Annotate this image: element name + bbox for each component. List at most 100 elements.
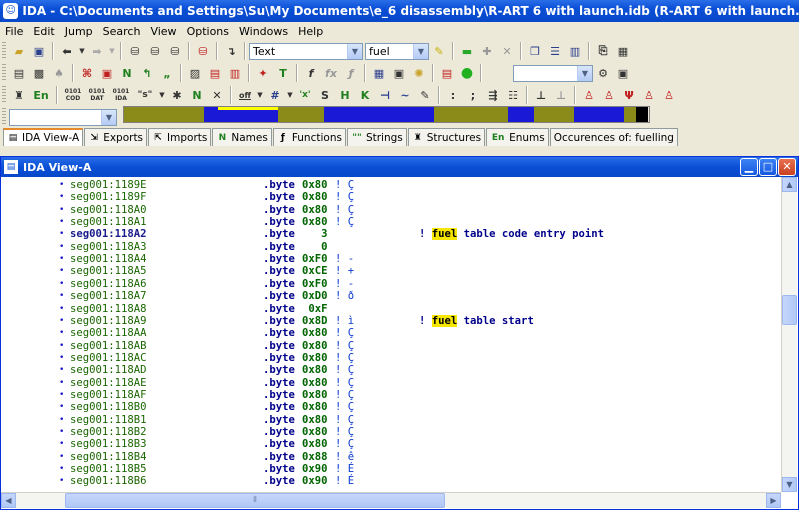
toolbar-grip[interactable] <box>2 108 6 126</box>
tree-2-icon[interactable]: ♙ <box>600 86 618 104</box>
row-address[interactable]: seg001:118B3 <box>70 438 147 450</box>
binoculars-red-icon[interactable]: ⛁ <box>194 42 212 60</box>
chevron-down-icon[interactable]: ▼ <box>413 43 428 59</box>
offset-icon[interactable]: off <box>236 86 254 104</box>
tree-3-icon[interactable]: ♙ <box>640 86 658 104</box>
scroll-thumb[interactable]: ⦀ <box>65 493 445 508</box>
search-type-select[interactable]: Text ▼ <box>249 42 363 60</box>
xref-icon[interactable]: ▥ <box>226 64 244 82</box>
tab-names[interactable]: N Names <box>212 128 272 146</box>
row-address[interactable]: seg001:118A4 <box>70 253 147 265</box>
listing-row[interactable]: • seg001:118AC .byte 0x80 ! Ç <box>1 352 781 364</box>
chevron-down-icon[interactable]: ▼ <box>78 42 86 60</box>
ida-app-icon[interactable]: ☺ <box>3 3 19 19</box>
struct-icon[interactable]: ▨ <box>186 64 204 82</box>
listing-row[interactable]: • seg001:118AD .byte 0x80 ! Ç <box>1 364 781 376</box>
row-value[interactable]: 0x80 <box>302 340 328 352</box>
hash-icon[interactable]: # <box>266 86 284 104</box>
row-value[interactable]: 0xF0 <box>302 253 328 265</box>
chevron-down-icon[interactable]: ▼ <box>577 65 592 81</box>
breakpoint-icon[interactable]: ✦ <box>254 64 272 82</box>
text-view-icon[interactable]: ▤ <box>10 64 28 82</box>
row-directive[interactable]: .byte <box>263 475 295 487</box>
row-value[interactable]: 0x80 <box>302 401 328 413</box>
row-address[interactable]: seg001:118A9 <box>70 315 147 327</box>
row-address[interactable]: seg001:118A8 <box>70 303 147 315</box>
k-icon[interactable]: K <box>356 86 374 104</box>
row-value[interactable]: 0x90 <box>302 463 328 475</box>
chevron-down-icon[interactable]: ▼ <box>347 43 362 59</box>
listing-row[interactable]: • seg001:118B4 .byte 0x88 ! ê <box>1 451 781 463</box>
window-tile-h-icon[interactable]: ☰ <box>546 42 564 60</box>
close-button[interactable]: ✕ <box>778 158 796 176</box>
listing-row[interactable]: • seg001:118B2 .byte 0x80 ! Ç <box>1 426 781 438</box>
chevron-right-icon[interactable]: ▶ <box>766 493 781 508</box>
tab-ida-view-a[interactable]: ▤ IDA View-A <box>3 128 84 146</box>
row-value[interactable]: 0x80 <box>302 216 328 228</box>
row-address[interactable]: seg001:118A1 <box>70 216 147 228</box>
listing-row[interactable]: • seg001:118A9 .byte 0x8D ! ì ! fuel table st… <box>1 314 781 327</box>
toolbar-grip[interactable] <box>2 42 6 60</box>
chart-icon[interactable]: ⊥ <box>532 86 550 104</box>
open-folder-icon[interactable]: ▰ <box>10 42 28 60</box>
function-end-icon[interactable]: ƒ <box>342 64 360 82</box>
row-directive[interactable]: .byte <box>263 303 295 315</box>
row-value[interactable]: 0x80 <box>302 377 328 389</box>
close-icon[interactable]: ✕ <box>208 86 226 104</box>
listing-row[interactable]: • seg001:118AF .byte 0x80 ! Ç <box>1 389 781 401</box>
toolbar-grip[interactable] <box>2 64 6 82</box>
string-literal-icon[interactable]: "s" <box>134 86 156 104</box>
segment-select[interactable]: ▼ <box>9 108 117 126</box>
tab-strings[interactable]: "" Strings <box>346 128 407 146</box>
listing-row[interactable]: • seg001:118A7 .byte 0xD0 ! ð <box>1 290 781 302</box>
row-directive[interactable]: .byte <box>263 426 295 438</box>
row-comment[interactable]: ! fuel table code entry point <box>419 228 604 241</box>
listing-row[interactable]: • seg001:118A4 .byte 0xF0 ! - <box>1 253 781 265</box>
listing-row[interactable]: • seg001:118A6 .byte 0xF0 ! - <box>1 278 781 290</box>
listing-row[interactable]: • seg001:118A0 .byte 0x80 ! Ç <box>1 204 781 216</box>
listing-row[interactable]: • seg001:118A5 .byte 0xCE ! + <box>1 265 781 277</box>
row-directive[interactable]: .byte <box>263 389 295 401</box>
listing-row[interactable]: • seg001:118B1 .byte 0x80 ! Ç <box>1 414 781 426</box>
strings-icon[interactable]: „ <box>158 64 176 82</box>
tab-exports[interactable]: ⇲ Exports <box>84 128 148 146</box>
window-cascade-icon[interactable]: ❐ <box>526 42 544 60</box>
chevron-left-icon[interactable]: ◀ <box>1 493 16 508</box>
listing-row[interactable]: • seg001:118AA .byte 0x80 ! Ç <box>1 327 781 339</box>
names-icon[interactable]: N <box>188 86 206 104</box>
row-address[interactable]: seg001:118AD <box>70 364 147 376</box>
row-value[interactable]: 0x80 <box>302 426 328 438</box>
row-value[interactable]: 0x80 <box>302 389 328 401</box>
scroll-thumb[interactable] <box>782 295 797 325</box>
search-value-select[interactable]: fuel ▼ <box>365 42 429 60</box>
char-icon[interactable]: 'x' <box>296 86 314 104</box>
listing-row[interactable]: • seg001:118AE .byte 0x80 ! Ç <box>1 377 781 389</box>
row-value[interactable]: 0x90 <box>302 475 328 487</box>
listing-row[interactable]: • seg001:1189F .byte 0x80 ! Ç <box>1 191 781 203</box>
pencil-icon[interactable]: ✎ <box>416 86 434 104</box>
disassembly-listing[interactable]: • seg001:1189E .byte 0x80 ! Ç • seg001:1189F .b… <box>1 177 781 492</box>
row-address[interactable]: seg001:1189E <box>70 179 147 191</box>
row-directive[interactable]: .byte <box>263 364 295 376</box>
row-value[interactable]: 0xF <box>302 303 327 315</box>
row-directive[interactable]: .byte <box>263 265 295 277</box>
row-directive[interactable]: .byte <box>263 327 295 339</box>
row-directive[interactable]: .byte <box>263 340 295 352</box>
list-icon[interactable]: ▦ <box>614 42 632 60</box>
row-directive[interactable]: .byte <box>263 352 295 364</box>
tab-structures[interactable]: ♜ Structures <box>407 128 486 146</box>
segment-registers-icon[interactable]: ▣ <box>98 64 116 82</box>
jump-icon[interactable]: ↴ <box>222 42 240 60</box>
enums-icon[interactable]: En <box>30 86 52 104</box>
tab-imports[interactable]: ⇱ Imports <box>148 128 212 146</box>
row-value[interactable]: 0xF0 <box>302 278 328 290</box>
row-value[interactable]: 0x8D <box>302 315 328 327</box>
hex-view-icon[interactable]: ▩ <box>30 64 48 82</box>
function-x-icon[interactable]: fx <box>322 64 340 82</box>
tilde-icon[interactable]: ~ <box>396 86 414 104</box>
row-address[interactable]: seg001:118AF <box>70 389 147 401</box>
highlight-pen-icon[interactable]: ✎ <box>430 42 448 60</box>
maximize-button[interactable]: □ <box>759 158 777 176</box>
row-directive[interactable]: .byte <box>263 377 295 389</box>
green-circle-icon[interactable]: ● <box>458 64 476 82</box>
